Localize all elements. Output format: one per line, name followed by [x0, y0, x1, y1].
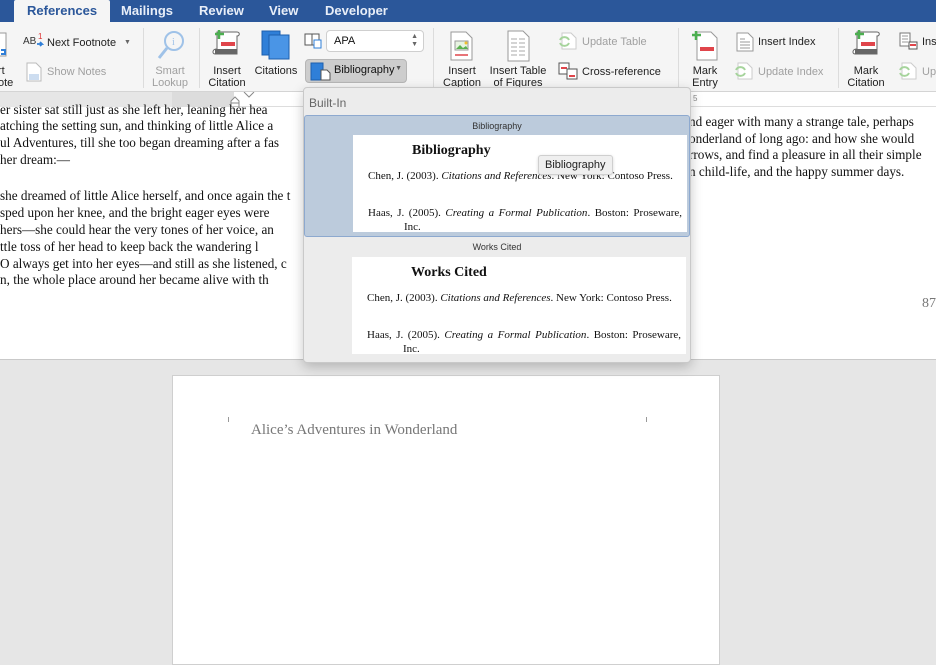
body-line: hers—she could hear the very tones of he…	[0, 222, 274, 237]
smart-lookup-label-2: Lookup	[151, 77, 189, 89]
cross-reference-label: Cross-reference	[582, 66, 661, 78]
body-line: atching the setting sun, and thinking of…	[0, 118, 274, 133]
next-footnote-chevron-icon: ▼	[124, 39, 131, 46]
bibliography-label: Bibliography	[334, 64, 395, 76]
bibliography-icon	[310, 62, 331, 81]
citations-label: Citations	[254, 65, 298, 77]
gallery-item-caption: Bibliography	[472, 121, 522, 131]
preview-entry: Chen, J. (2003). Citations and Reference…	[367, 292, 672, 304]
preview-entry: Chen, J. (2003). Citations and Reference…	[368, 170, 673, 182]
insert-citation-icon	[212, 30, 240, 55]
gallery-item-works-cited[interactable]: Works Cited Works Cited Chen, J. (2003).…	[304, 238, 690, 360]
next-footnote-label: Next Footnote	[47, 37, 117, 49]
cross-reference-icon	[558, 62, 578, 80]
body-line: onderland of long ago: and how she would	[689, 131, 915, 146]
page-number: 87	[922, 296, 936, 311]
preview-entry: Haas, J. (2005). Creating a Formal Publi…	[368, 207, 682, 232]
manage-sources-icon[interactable]	[304, 33, 322, 49]
gallery-item-preview: Works Cited Chen, J. (2003). Citations a…	[352, 257, 686, 354]
update-table-label: Update Table	[582, 36, 647, 48]
gallery-section-title: Built-In	[309, 96, 347, 110]
svg-text:1: 1	[38, 32, 43, 41]
next-footnote-icon: AB 1	[23, 32, 45, 47]
body-line: rrows, and find a pleasure in all their …	[689, 147, 922, 162]
smart-lookup-icon: i	[157, 31, 184, 59]
separator	[838, 28, 839, 88]
gallery-item-preview: Bibliography Chen, J. (2003). Citations …	[353, 135, 687, 232]
crop-mark	[228, 417, 229, 422]
bibliography-gallery-menu: Built-In Bibliography Bibliography Chen,…	[303, 87, 691, 363]
tab-view[interactable]: View	[269, 0, 298, 22]
bibliography-button[interactable]: Bibliography ▼	[305, 59, 407, 83]
table-of-figures-icon	[507, 30, 530, 62]
page-header-text: Alice’s Adventures in Wonderland	[251, 422, 458, 438]
preview-entry: Haas, J. (2005). Creating a Formal Publi…	[367, 329, 681, 354]
mark-entry-icon	[692, 31, 718, 61]
ruler-number: 5	[693, 94, 698, 103]
insert-citation-label-2: Citation	[208, 77, 246, 89]
citations-icon	[261, 30, 290, 60]
ribbon-tab-bar: References Mailings Review View Develope…	[0, 0, 936, 22]
update-index-icon	[735, 62, 753, 80]
insert-toa-label: Ins	[922, 36, 936, 48]
body-line: sped upon her knee, and the bright eager…	[0, 205, 270, 220]
tab-mailings[interactable]: Mailings	[121, 0, 173, 22]
gallery-item-caption: Works Cited	[472, 242, 522, 252]
crop-mark	[646, 417, 647, 422]
table-of-authorities-icon	[899, 32, 918, 50]
document-page-next[interactable]: Alice’s Adventures in Wonderland	[172, 375, 720, 665]
separator	[143, 28, 144, 88]
separator	[199, 28, 200, 88]
insert-caption-icon	[450, 31, 473, 61]
insert-index-icon	[736, 32, 754, 52]
body-line: ul Adventures, till she too began dreami…	[0, 135, 280, 150]
separator	[678, 28, 679, 88]
body-line: ttle toss of her head to keep back the w…	[0, 239, 259, 254]
bibliography-style-select[interactable]: APA ▲ ▼	[326, 30, 424, 52]
body-line: n, the whole place around her became ali…	[0, 272, 269, 287]
separator	[433, 28, 434, 88]
update-index-label: Update Index	[758, 66, 824, 78]
tab-review[interactable]: Review	[199, 0, 244, 22]
update-toa-label: Up	[922, 66, 936, 78]
bibliography-chevron-icon: ▼	[395, 65, 402, 72]
svg-text:AB: AB	[23, 36, 37, 47]
body-line: she dreamed of little Alice herself, and…	[0, 188, 291, 203]
ribbon: rt ote AB1 Next Footnote ▼ Show Notes i …	[0, 22, 936, 92]
update-table-icon	[559, 32, 577, 50]
mark-citation-label-2: Citation	[847, 77, 885, 89]
preview-heading: Bibliography	[412, 143, 491, 158]
body-line: O always get into her eyes—and still as …	[0, 256, 287, 271]
show-notes-label: Show Notes	[47, 66, 107, 78]
mark-entry-label-2: Entry	[692, 77, 718, 89]
tooltip: Bibliography	[538, 155, 613, 175]
svg-text:i: i	[172, 37, 175, 48]
gallery-item-bibliography[interactable]: Bibliography Bibliography Chen, J. (2003…	[304, 115, 690, 237]
show-notes-icon	[26, 62, 42, 82]
insert-footnote-label-2: ote	[0, 77, 14, 89]
body-line: n child-life, and the happy summer days.	[689, 164, 905, 179]
mark-citation-icon	[852, 30, 880, 55]
footnote-icon	[0, 32, 7, 57]
tab-developer[interactable]: Developer	[325, 0, 388, 22]
preview-heading: Works Cited	[411, 265, 487, 280]
update-toa-icon	[899, 62, 917, 80]
stepper-arrows-icon: ▲ ▼	[411, 33, 418, 48]
body-line: her dream:—	[0, 152, 70, 167]
insert-index-label: Insert Index	[758, 36, 816, 48]
body-line: er sister sat still just as she left her…	[0, 102, 268, 117]
bibliography-style-value: APA	[334, 35, 356, 47]
body-line: nd eager with many a strange tale, perha…	[689, 114, 914, 129]
tab-references[interactable]: References	[14, 0, 111, 22]
